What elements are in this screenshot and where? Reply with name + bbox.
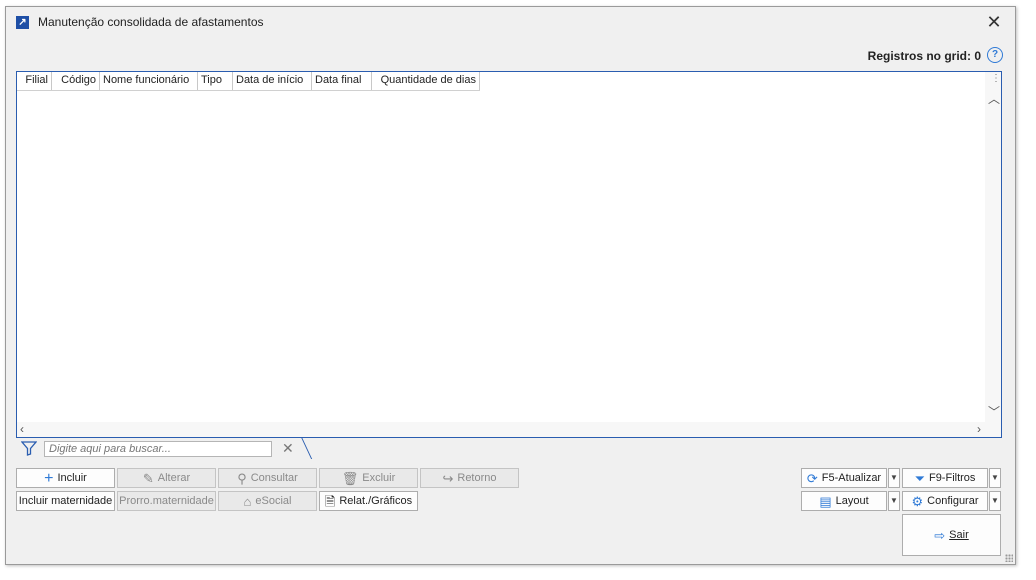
edit-icon: ✎ [142, 470, 154, 486]
filtros-dropdown[interactable]: ▼ [989, 468, 1001, 488]
window-title: Manutenção consolidada de afastamentos [38, 15, 264, 29]
arrow-icon: ↗ [16, 16, 29, 29]
configurar-label: Configurar [927, 495, 979, 507]
filter-icon[interactable] [21, 441, 37, 456]
consultar-button[interactable]: ⚲ Consultar [218, 468, 317, 488]
consultar-label: Consultar [250, 472, 298, 484]
esocial-icon: ⌂ [243, 493, 252, 509]
layout-button[interactable]: ▤ Layout [801, 491, 887, 511]
prorro-maternidade-label: Prorro.maternidade [119, 495, 214, 507]
column-header-data-inicio[interactable]: Data de início [233, 72, 312, 90]
atualizar-label: F5-Atualizar [821, 472, 882, 484]
horizontal-scrollbar[interactable]: ‹ › [17, 422, 1001, 437]
filtros-button[interactable]: ⏷ F9-Filtros [902, 468, 988, 488]
scroll-left-icon[interactable]: ‹ [20, 422, 24, 436]
document-icon: 🗎 [324, 493, 336, 509]
search-bar: ✕ [16, 437, 323, 459]
retorno-label: Retorno [457, 472, 497, 484]
column-header-filial[interactable]: Filial [17, 72, 52, 90]
filtros-label: F9-Filtros [928, 472, 976, 484]
help-icon[interactable]: ? [987, 47, 1003, 63]
prorro-maternidade-button[interactable]: Prorro.maternidade [117, 491, 216, 511]
column-header-data-final[interactable]: Data final [312, 72, 372, 90]
configurar-button[interactable]: ⚙ Configurar [902, 491, 988, 511]
title-bar: ↗ Manutenção consolidada de afastamentos… [6, 7, 1015, 37]
incluir-maternidade-label: Incluir maternidade [18, 495, 113, 507]
sair-label: Sair [949, 529, 969, 541]
trash-icon: 🗑 [341, 470, 359, 486]
grid-header: Filial Código Nome funcionário Tipo Data… [17, 72, 480, 91]
atualizar-button[interactable]: ⟳ F5-Atualizar [801, 468, 887, 488]
data-grid[interactable]: Filial Código Nome funcionário Tipo Data… [16, 71, 1002, 438]
relat-graficos-label: Relat./Gráficos [339, 495, 413, 507]
excluir-label: Excluir [362, 472, 396, 484]
layout-label: Layout [835, 495, 869, 507]
relat-graficos-button[interactable]: 🗎 Relat./Gráficos [319, 491, 418, 511]
scroll-down-icon[interactable]: ﹀ [988, 403, 1000, 420]
column-header-codigo[interactable]: Código [52, 72, 100, 90]
column-header-tipo[interactable]: Tipo [198, 72, 233, 90]
scroll-up-icon[interactable]: ︿ [988, 90, 1000, 107]
incluir-maternidade-button[interactable]: Incluir maternidade [16, 491, 115, 511]
sair-button[interactable]: ⇨ Sair [902, 514, 1001, 556]
retorno-button[interactable]: ↪ Retorno [420, 468, 519, 488]
atualizar-dropdown[interactable]: ▼ [888, 468, 900, 488]
column-header-quantidade[interactable]: Quantidade de dias [372, 72, 480, 90]
refresh-icon: ⟳ [806, 470, 818, 486]
configurar-dropdown[interactable]: ▼ [989, 491, 1001, 511]
resize-grip[interactable] [1005, 554, 1013, 562]
return-arrow-icon: ↪ [442, 470, 454, 486]
incluir-label: Incluir [57, 472, 87, 484]
alterar-label: Alterar [157, 472, 191, 484]
close-icon[interactable]: ✕ [983, 11, 1005, 33]
main-window: ↗ Manutenção consolidada de afastamentos… [5, 6, 1016, 565]
esocial-button[interactable]: ⌂ eSocial [218, 491, 317, 511]
records-count: Registros no grid: 0 [867, 49, 981, 63]
column-chooser-icon[interactable]: ⋮ [991, 74, 1001, 84]
scroll-right-icon[interactable]: › [977, 422, 981, 436]
incluir-button[interactable]: + Incluir [16, 468, 115, 488]
vertical-scrollbar[interactable]: ⋮ ︿ ﹀ [985, 72, 1001, 422]
magnifier-icon: ⚲ [237, 470, 247, 486]
search-divider [300, 437, 323, 459]
clear-search-icon[interactable]: ✕ [282, 440, 294, 457]
excluir-button[interactable]: 🗑 Excluir [319, 468, 418, 488]
settings-sliders-icon: ⚙ [911, 493, 924, 509]
layout-dropdown[interactable]: ▼ [888, 491, 900, 511]
exit-icon: ⇨ [934, 527, 946, 543]
alterar-button[interactable]: ✎ Alterar [117, 468, 216, 488]
layout-icon: ▤ [819, 493, 832, 509]
filter-funnel-icon: ⏷ [914, 470, 925, 486]
search-input[interactable] [44, 441, 272, 457]
column-header-nome[interactable]: Nome funcionário [100, 72, 198, 90]
plus-icon: + [44, 469, 54, 487]
esocial-label: eSocial [255, 495, 292, 507]
